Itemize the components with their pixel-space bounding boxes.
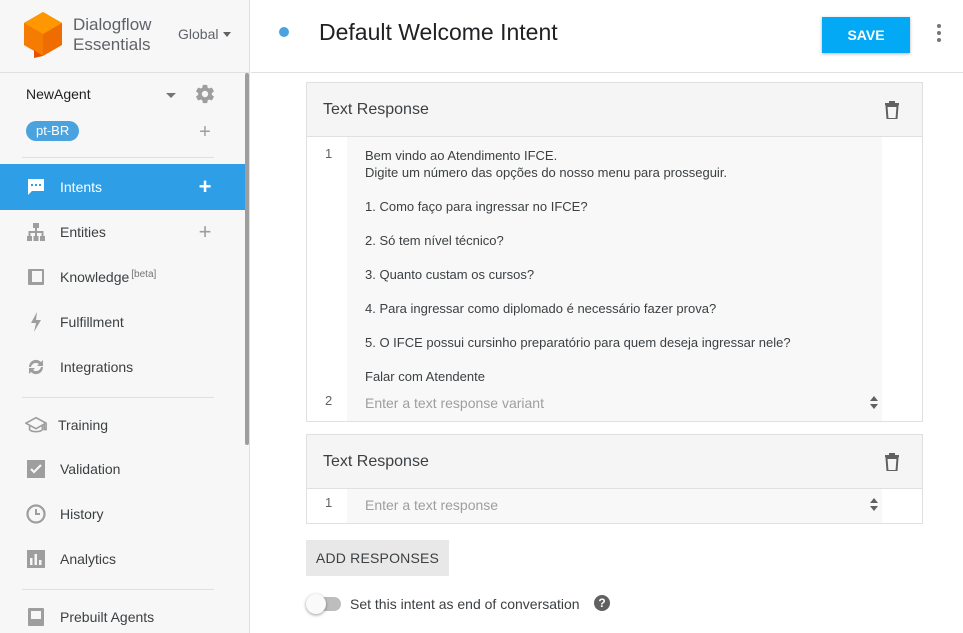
agent-selector[interactable]: NewAgent	[26, 83, 226, 106]
sidebar-item-label: Validation	[60, 461, 121, 477]
resize-spinner-icon[interactable]	[866, 393, 882, 413]
status-dot	[279, 27, 289, 37]
input-placeholder: Enter a text response variant	[365, 395, 544, 411]
sidebar-item-label: Knowledge [beta]	[60, 269, 156, 285]
response-variant-row: 2 Enter a text response variant	[307, 387, 922, 421]
end-conversation-label: Set this intent as end of conversation	[350, 596, 580, 612]
beta-badge: [beta]	[131, 269, 157, 280]
more-vert-icon[interactable]	[935, 24, 943, 44]
sidebar-item-prebuilt-agents[interactable]: Prebuilt Agents	[0, 594, 246, 633]
save-button[interactable]: SAVE	[822, 17, 910, 53]
graduation-cap-icon	[25, 414, 47, 436]
response-line: Bem vindo ao Atendimento IFCE.	[365, 148, 558, 163]
region-selector[interactable]: Global	[178, 26, 232, 42]
bar-chart-icon	[25, 548, 47, 570]
response-line: 1. Como faço para ingressar no IFCE?	[365, 199, 588, 214]
card-title: Text Response	[323, 101, 429, 118]
sync-icon	[25, 356, 47, 378]
chevron-down-icon	[223, 32, 232, 37]
sidebar-scrollbar[interactable]	[245, 73, 249, 445]
sidebar-item-knowledge[interactable]: Knowledge [beta]	[0, 254, 246, 300]
brand-line-2: Essentials	[73, 35, 151, 54]
response-line	[365, 181, 882, 198]
dialogflow-app: Dialogflow Essentials Global NewAgent pt…	[0, 0, 963, 633]
add-entity-icon[interactable]: +	[196, 221, 214, 243]
end-conversation-toggle[interactable]	[306, 594, 341, 614]
response-line: Digite um número das opções do nosso men…	[365, 165, 728, 180]
agent-dropdown-icon[interactable]	[166, 93, 176, 98]
chat-bubble-icon	[25, 176, 47, 198]
dialogflow-logo-icon[interactable]	[24, 12, 62, 58]
card-header: Text Response	[307, 435, 922, 489]
sidebar-item-integrations[interactable]: Integrations	[0, 344, 246, 390]
sidebar-item-intents[interactable]: Intents +	[0, 164, 246, 210]
sidebar: Dialogflow Essentials Global NewAgent pt…	[0, 0, 250, 633]
add-language-icon[interactable]: +	[197, 122, 213, 142]
response-row: 1 Enter a text response	[307, 489, 922, 523]
brand-line-1: Dialogflow	[73, 15, 152, 34]
response-line: 4. Para ingressar como diplomado é neces…	[365, 301, 717, 316]
sidebar-divider	[22, 157, 214, 158]
response-line: Falar com Atendente	[365, 369, 485, 384]
brand-name: Dialogflow Essentials	[73, 15, 151, 55]
trash-icon[interactable]	[884, 453, 900, 471]
sidebar-item-label: Intents	[60, 179, 103, 195]
response-line: 5. O IFCE possui cursinho preparatório p…	[365, 335, 791, 350]
resize-spinner-icon[interactable]	[866, 495, 882, 515]
response-line	[365, 351, 882, 368]
response-line: 3. Quanto custam os cursos?	[365, 267, 535, 282]
add-responses-button[interactable]: ADD RESPONSES	[306, 540, 449, 576]
sidebar-divider	[22, 397, 214, 398]
prebuilt-agents-icon	[25, 606, 47, 628]
sidebar-item-label: Prebuilt Agents	[60, 609, 155, 625]
knowledge-label: Knowledge	[60, 269, 130, 285]
region-label: Global	[178, 26, 219, 42]
text-response-card: Text Response 1 Bem vindo ao Atendimento…	[306, 82, 923, 422]
input-placeholder: Enter a text response	[365, 497, 499, 513]
gear-icon[interactable]	[194, 83, 216, 105]
row-number: 1	[325, 146, 333, 161]
response-variant-input[interactable]: Enter a text response variant	[347, 387, 882, 421]
sidebar-divider	[22, 589, 214, 590]
book-icon	[25, 266, 47, 288]
sidebar-item-label: Fulfillment	[60, 314, 124, 330]
response-input[interactable]: Enter a text response	[347, 489, 882, 523]
response-row: 1 Bem vindo ao Atendimento IFCE. Digite …	[307, 137, 922, 387]
agent-name: NewAgent	[26, 86, 91, 102]
brand-header: Dialogflow Essentials Global	[0, 0, 249, 73]
sidebar-item-label: Integrations	[60, 359, 134, 375]
row-number: 1	[325, 495, 333, 510]
sidebar-item-training[interactable]: Training	[0, 402, 246, 448]
help-icon[interactable]: ?	[594, 595, 610, 611]
response-line: 2. Só tem nível técnico?	[365, 233, 504, 248]
sidebar-item-entities[interactable]: Entities +	[0, 209, 246, 255]
lightning-bolt-icon	[25, 311, 47, 333]
text-response-card: Text Response 1 Enter a text response	[306, 434, 923, 524]
sidebar-item-label: Entities	[60, 224, 106, 240]
card-header: Text Response	[307, 83, 922, 137]
response-line	[365, 283, 882, 300]
intent-header: Default Welcome Intent SAVE	[251, 0, 963, 73]
page-title: Default Welcome Intent	[319, 19, 558, 45]
response-line	[365, 215, 882, 232]
trash-icon[interactable]	[884, 101, 900, 119]
clock-icon	[25, 503, 47, 525]
sidebar-item-label: History	[60, 506, 104, 522]
sidebar-item-analytics[interactable]: Analytics	[0, 536, 246, 582]
sidebar-item-history[interactable]: History	[0, 491, 246, 537]
checkbox-icon	[25, 458, 47, 480]
response-line	[365, 249, 882, 266]
language-badge[interactable]: pt-BR	[26, 121, 80, 141]
sidebar-item-fulfillment[interactable]: Fulfillment	[0, 299, 246, 345]
sidebar-item-validation[interactable]: Validation	[0, 446, 246, 492]
sidebar-item-label: Training	[58, 417, 109, 433]
toggle-knob	[306, 594, 326, 614]
row-number: 2	[325, 393, 333, 408]
add-intent-icon[interactable]: +	[196, 176, 214, 198]
response-textarea[interactable]: Bem vindo ao Atendimento IFCE. Digite um…	[347, 137, 882, 387]
sidebar-item-label: Analytics	[60, 551, 117, 567]
hierarchy-icon	[25, 221, 47, 243]
card-title: Text Response	[323, 453, 429, 470]
response-line	[365, 317, 882, 334]
